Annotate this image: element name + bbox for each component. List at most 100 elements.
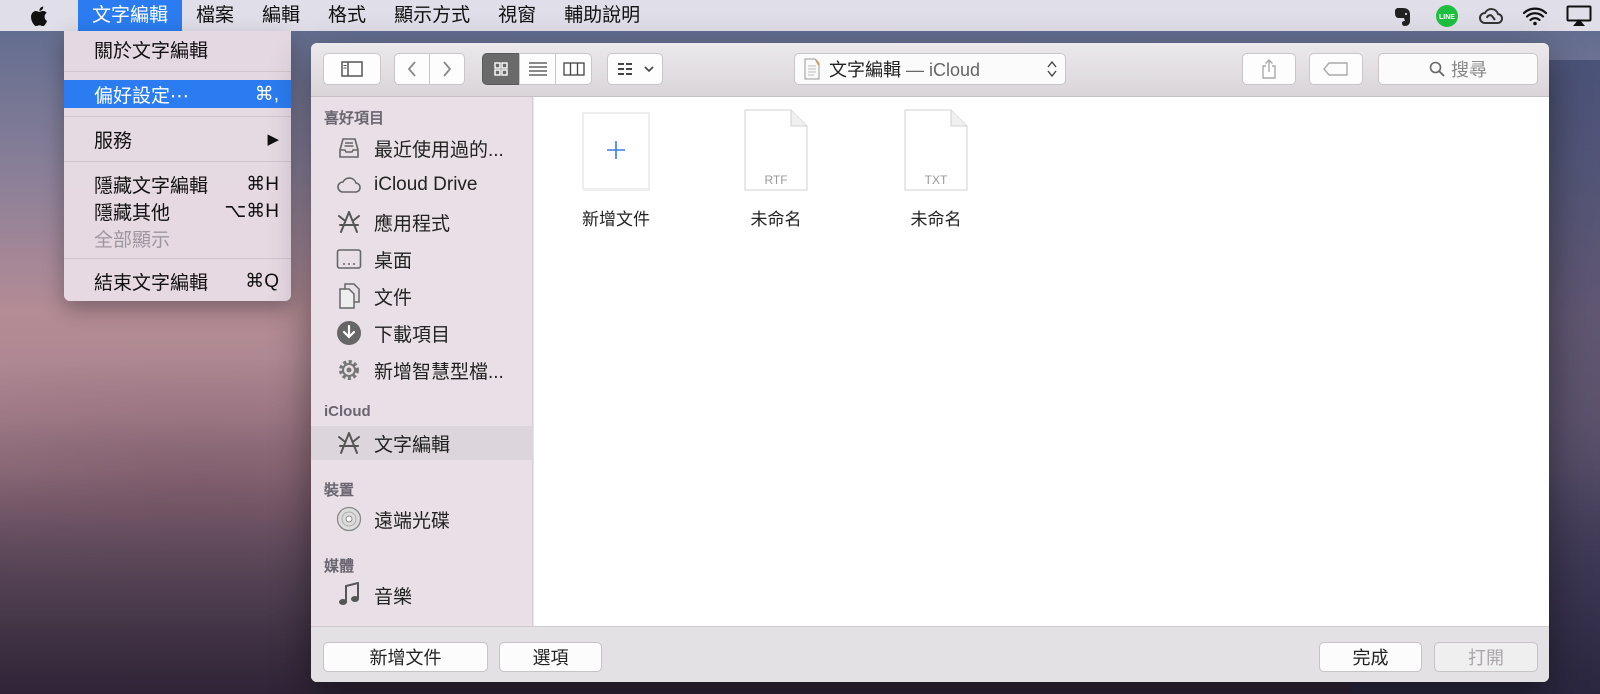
menu-file[interactable]: 檔案 [182,0,248,31]
grid-icon [494,62,508,76]
sidebar-item-downloads[interactable]: 下載項目 [311,316,532,350]
sidebar-item-icloud-drive[interactable]: iCloud Drive [311,168,532,202]
new-document-button[interactable]: 新增文件 [323,642,488,672]
arrange-button[interactable] [607,53,663,85]
search-field[interactable]: 搜尋 [1378,53,1538,85]
rtf-document-icon: RTF [741,109,811,191]
file-name: 未命名 [910,210,962,229]
sidebar-item-textedit[interactable]: 文字編輯 [311,426,532,460]
creative-cloud-icon[interactable] [1478,4,1504,28]
menu-hide-label: 隱藏文字編輯 [94,175,209,197]
menu-show-all: 全部顯示 [64,224,291,252]
sidebar-item-label: 遠端光碟 [374,510,451,532]
sidebar-item-label: 桌面 [374,250,413,272]
location-sub: — iCloud [901,60,981,80]
line-icon[interactable]: LINE [1434,4,1460,28]
svg-text:LINE: LINE [1439,14,1455,21]
sidebar-item-remote-disc[interactable]: 遠端光碟 [311,502,532,536]
sidebar-item-label: 文件 [374,287,413,309]
menu-textedit[interactable]: 文字編輯 [78,0,183,31]
file-item-txt[interactable]: TXT 未命名 [871,109,1001,230]
bottom-bar: 新增文件 選項 完成 打開 [311,626,1549,682]
menu-preferences[interactable]: 偏好設定⋯ ⌘, [64,80,291,108]
menu-hide-others[interactable]: 隱藏其他 ⌥⌘H [64,197,291,225]
file-kind-label: RTF [764,173,787,187]
new-document-icon [581,109,651,191]
sidebar-item-label: 應用程式 [374,213,451,235]
sidebar-header-icloud: iCloud [324,403,371,420]
music-note-icon [335,581,363,609]
menu-edit[interactable]: 編輯 [248,0,314,31]
file-browser: 新增文件 RTF 未命名 TXT 未命名 [534,97,1549,626]
sidebar-item-applications[interactable]: 應用程式 [311,205,532,239]
location-label: 文字編輯 — iCloud [829,56,1047,82]
sidebar-item-label: iCloud Drive [374,174,478,195]
done-button[interactable]: 完成 [1319,642,1422,672]
menu-format[interactable]: 格式 [314,0,380,31]
back-button[interactable] [394,53,430,85]
share-button[interactable] [1242,53,1296,85]
submenu-arrow-icon: ▶ [267,131,279,148]
airplay-icon[interactable] [1566,4,1592,28]
menu-separator [64,71,291,72]
evernote-icon[interactable] [1390,4,1416,28]
menu-preferences-label: 偏好設定⋯ [94,85,190,107]
file-name: 新增文件 [582,210,650,229]
sidebar-item-desktop[interactable]: 桌面 [311,242,532,276]
sidebar-item-recents[interactable]: 最近使用過的... [311,131,532,165]
sidebar-item-label: 最近使用過的... [374,139,504,161]
search-icon [1429,61,1445,77]
sidebar-item-label: 下載項目 [374,324,451,346]
menu-quit-shortcut: ⌘Q [245,270,279,292]
open-dialog: 文字編輯 — iCloud 搜尋 喜好項目 最近使用過的... iCloud D… [311,43,1549,682]
desktop-icon [335,245,363,273]
list-icon [528,62,547,76]
disc-icon [335,505,363,533]
applications-icon [335,208,363,236]
sidebar-item-music[interactable]: 音樂 [311,578,532,612]
sidebar-header-devices: 裝置 [324,482,355,499]
apple-icon [31,6,48,26]
sidebar-toggle-button[interactable] [323,53,381,85]
sidebar-header-media: 媒體 [324,558,355,575]
sidebar-item-documents[interactable]: 文件 [311,279,532,313]
menu-hide[interactable]: 隱藏文字編輯 ⌘H [64,170,291,198]
menu-help[interactable]: 輔助說明 [550,0,654,31]
menu-hide-shortcut: ⌘H [246,173,279,195]
search-placeholder: 搜尋 [1451,60,1487,80]
toolbar: 文字編輯 — iCloud 搜尋 [311,43,1549,97]
list-view-button[interactable] [519,53,556,85]
location-title: 文字編輯 [829,60,901,80]
menu-services-label: 服務 [94,130,133,152]
txt-document-icon: TXT [901,109,971,191]
tag-icon [1323,62,1348,76]
file-item-new-document[interactable]: 新增文件 [551,109,681,230]
sidebar: 喜好項目 最近使用過的... iCloud Drive 應用程式 桌面 文件 下… [311,97,533,626]
options-button[interactable]: 選項 [499,642,602,672]
forward-button[interactable] [429,53,465,85]
wifi-icon[interactable] [1522,4,1548,28]
sidebar-header-favorites: 喜好項目 [324,110,385,127]
icon-view-button[interactable] [482,53,520,85]
menu-about-label: 關於文字編輯 [94,40,209,62]
menu-window[interactable]: 視窗 [484,0,550,31]
file-item-rtf[interactable]: RTF 未命名 [711,109,841,230]
apple-menu[interactable] [0,0,78,31]
location-popup[interactable]: 文字編輯 — iCloud [794,53,1066,85]
column-view-button[interactable] [555,53,592,85]
sidebar-item-smart-folder[interactable]: 新增智慧型檔... [311,353,532,387]
menu-hide-others-label: 隱藏其他 [94,202,171,224]
menu-view[interactable]: 顯示方式 [380,0,484,31]
menu-about[interactable]: 關於文字編輯 [64,35,291,63]
tag-button[interactable] [1309,53,1363,85]
downloads-icon [335,319,363,347]
open-button[interactable]: 打開 [1434,642,1538,672]
chevron-down-icon [643,66,654,73]
app-menu-dropdown: 關於文字編輯 偏好設定⋯ ⌘, 服務 ▶ 隱藏文字編輯 ⌘H 隱藏其他 ⌥⌘H … [64,31,291,301]
recents-icon [335,134,363,162]
menu-quit-label: 結束文字編輯 [94,272,209,294]
menu-quit[interactable]: 結束文字編輯 ⌘Q [64,267,291,295]
menu-services[interactable]: 服務 ▶ [64,125,291,153]
menu-preferences-shortcut: ⌘, [254,83,279,105]
menu-show-all-label: 全部顯示 [94,229,171,251]
